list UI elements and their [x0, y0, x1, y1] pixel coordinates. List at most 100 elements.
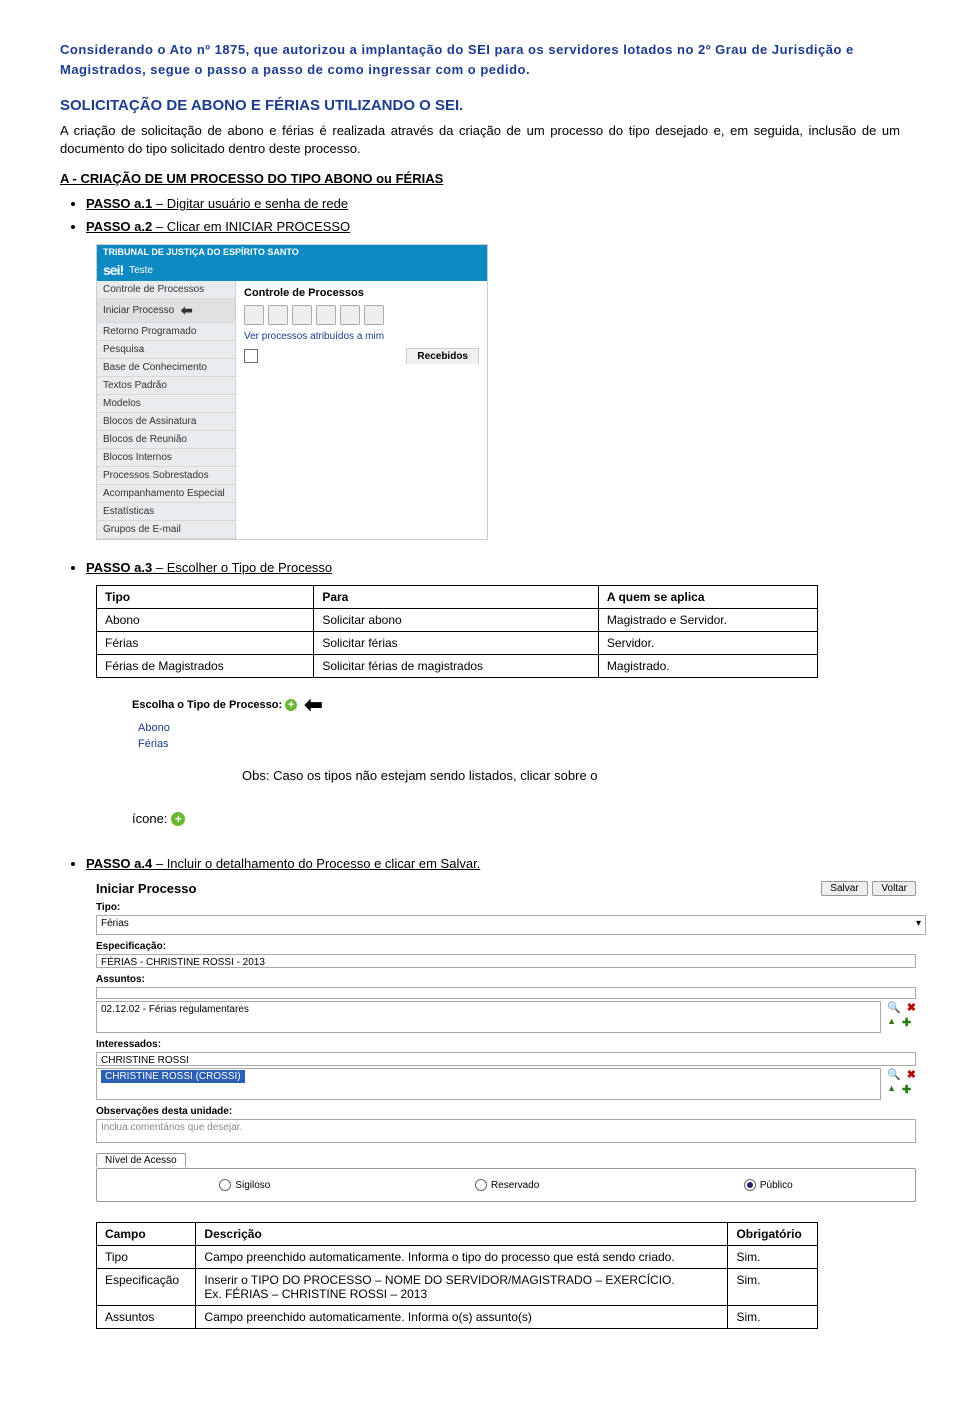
assuntos-list[interactable]: 02.12.02 - Férias regulamentares — [96, 1001, 881, 1033]
tipo-label: Tipo: — [96, 902, 916, 913]
sei-sub: Teste — [129, 265, 153, 276]
radio-label: Público — [760, 1180, 793, 1191]
cell: Sim. — [728, 1269, 818, 1306]
arrow-indicator-icon: ⬅ — [181, 302, 193, 319]
interessados-selected: CHRISTINE ROSSI (CROSSI) — [101, 1070, 245, 1083]
toolbar-icon[interactable] — [364, 305, 384, 325]
radio-publico[interactable]: Público — [744, 1179, 793, 1191]
salvar-button[interactable]: Salvar — [821, 881, 867, 896]
step-a1-text: – Digitar usuário e senha de rede — [152, 196, 348, 211]
plus-icon[interactable]: + — [171, 812, 185, 826]
campo-table: Campo Descrição Obrigatório Tipo Campo p… — [96, 1222, 818, 1329]
th-campo: Campo — [97, 1223, 196, 1246]
plus-icon[interactable]: + — [285, 699, 297, 711]
up-icon[interactable]: ▲ — [887, 1083, 896, 1096]
cell: Tipo — [97, 1246, 196, 1269]
observacoes-input[interactable]: Inclua comentários que desejar. — [96, 1119, 916, 1143]
toolbar-icon[interactable] — [340, 305, 360, 325]
nav-iniciar-label: Iniciar Processo — [103, 305, 174, 316]
assuntos-label: Assuntos: — [96, 974, 916, 985]
up-icon[interactable]: ▲ — [887, 1016, 896, 1029]
step-a3: PASSO a.3 – Escolher o Tipo de Processo — [86, 560, 900, 575]
table-header-row: Campo Descrição Obrigatório — [97, 1223, 818, 1246]
nav-acompanhamento[interactable]: Acompanhamento Especial — [97, 485, 235, 503]
step-a2-text: – Clicar em INICIAR PROCESSO — [152, 219, 350, 234]
step-a3-label: PASSO a.3 — [86, 560, 152, 575]
cell: Servidor. — [598, 632, 817, 655]
radio-label: Sigiloso — [235, 1180, 270, 1191]
nav-base[interactable]: Base de Conhecimento — [97, 359, 235, 377]
table-header-row: Tipo Para A quem se aplica — [97, 586, 818, 609]
toolbar-icon[interactable] — [316, 305, 336, 325]
table-row: Férias Solicitar férias Servidor. — [97, 632, 818, 655]
radio-sigiloso[interactable]: Sigiloso — [219, 1179, 270, 1191]
icone-row: ícone: + — [132, 811, 598, 826]
especificacao-input[interactable]: FÉRIAS - CHRISTINE ROSSI - 2013 — [96, 954, 916, 968]
assuntos-icons: 🔍 ✖ ▲ ✚ — [887, 1001, 916, 1029]
sei-header-text: TRIBUNAL DE JUSTIÇA DO ESPÍRITO SANTO — [97, 245, 487, 259]
nav-assinatura[interactable]: Blocos de Assinatura — [97, 413, 235, 431]
checkbox[interactable] — [244, 349, 258, 363]
cell: Sim. — [728, 1246, 818, 1269]
table-row: Tipo Campo preenchido automaticamente. I… — [97, 1246, 818, 1269]
interessados-list[interactable]: CHRISTINE ROSSI (CROSSI) — [96, 1068, 881, 1100]
nav-pesquisa[interactable]: Pesquisa — [97, 341, 235, 359]
iniciar-processo-screenshot: Salvar Voltar Iniciar Processo Tipo: Fér… — [96, 881, 916, 1202]
nav-estatisticas[interactable]: Estatísticas — [97, 503, 235, 521]
especificacao-label: Especificação: — [96, 941, 916, 952]
cell: Férias de Magistrados — [97, 655, 314, 678]
nav-iniciar-processo[interactable]: Iniciar Processo ⬅ — [97, 299, 235, 323]
section-a-title: A - CRIAÇÃO DE UM PROCESSO DO TIPO ABONO… — [60, 171, 900, 186]
sei-nav: Controle de Processos Iniciar Processo ⬅… — [97, 281, 236, 539]
plus-icon[interactable]: ✚ — [902, 1083, 911, 1096]
nav-grupos[interactable]: Grupos de E-mail — [97, 521, 235, 539]
step-a1: PASSO a.1 – Digitar usuário e senha de r… — [86, 196, 900, 211]
assuntos-search-input[interactable] — [96, 987, 916, 999]
search-icon[interactable]: 🔍 — [887, 1068, 901, 1081]
radio-icon — [744, 1179, 756, 1191]
step-a4-text: – Incluir o detalhamento do Processo e c… — [152, 856, 480, 871]
interessados-icons: 🔍 ✖ ▲ ✚ — [887, 1068, 916, 1096]
tipo-option-ferias[interactable]: Férias — [138, 738, 352, 750]
table-row: Abono Solicitar abono Magistrado e Servi… — [97, 609, 818, 632]
delete-icon[interactable]: ✖ — [907, 1068, 916, 1081]
plus-icon[interactable]: ✚ — [902, 1016, 911, 1029]
delete-icon[interactable]: ✖ — [907, 1001, 916, 1014]
radio-reservado[interactable]: Reservado — [475, 1179, 539, 1191]
nav-controle[interactable]: Controle de Processos — [97, 281, 235, 299]
toolbar-icons — [244, 305, 479, 325]
th-tipo: Tipo — [97, 586, 314, 609]
table-row: Assuntos Campo preenchido automaticament… — [97, 1306, 818, 1329]
nav-modelos[interactable]: Modelos — [97, 395, 235, 413]
cell: Abono — [97, 609, 314, 632]
step-a4-label: PASSO a.4 — [86, 856, 152, 871]
interessados-search-input[interactable]: CHRISTINE ROSSI — [96, 1052, 916, 1066]
cell: Especificação — [97, 1269, 196, 1306]
nav-internos[interactable]: Blocos Internos — [97, 449, 235, 467]
search-icon[interactable]: 🔍 — [887, 1001, 901, 1014]
obs-row: Obs: Caso os tipos não estejam sendo lis… — [132, 768, 900, 826]
intro-text: Considerando o Ato nº 1875, que autorizo… — [60, 40, 900, 79]
toolbar-icon[interactable] — [268, 305, 288, 325]
step-a1-label: PASSO a.1 — [86, 196, 152, 211]
tipo-select[interactable]: Férias — [96, 915, 926, 935]
main-heading: SOLICITAÇÃO DE ABONO E FÉRIAS UTILIZANDO… — [60, 97, 900, 114]
toolbar-icon[interactable] — [292, 305, 312, 325]
step-a2-label: PASSO a.2 — [86, 219, 152, 234]
cell: Sim. — [728, 1306, 818, 1329]
observacoes-label: Observações desta unidade: — [96, 1106, 916, 1117]
interessados-label: Interessados: — [96, 1039, 916, 1050]
cell: Campo preenchido automaticamente. Inform… — [196, 1306, 728, 1329]
cell: Campo preenchido automaticamente. Inform… — [196, 1246, 728, 1269]
tab-recebidos[interactable]: Recebidos — [406, 348, 479, 364]
description-text: A criação de solicitação de abono e féri… — [60, 122, 900, 157]
ver-link[interactable]: Ver processos atribuídos a mim — [244, 331, 479, 342]
nav-sobrestados[interactable]: Processos Sobrestados — [97, 467, 235, 485]
voltar-button[interactable]: Voltar — [872, 881, 916, 896]
nivel-acesso-label: Nível de Acesso — [96, 1153, 186, 1168]
nav-textos[interactable]: Textos Padrão — [97, 377, 235, 395]
nav-reuniao[interactable]: Blocos de Reunião — [97, 431, 235, 449]
toolbar-icon[interactable] — [244, 305, 264, 325]
tipo-option-abono[interactable]: Abono — [138, 722, 352, 734]
nav-retorno[interactable]: Retorno Programado — [97, 323, 235, 341]
